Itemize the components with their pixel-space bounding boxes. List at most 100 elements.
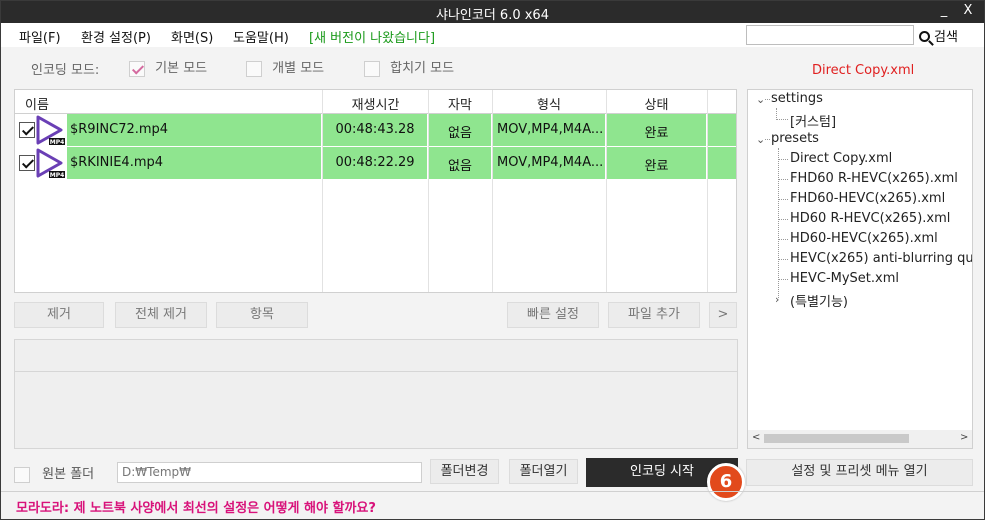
menu-bar: 파일(F) 환경 설정(P) 화면(S) 도움말(H) [새 버전이 나왔습니다… xyxy=(1,23,984,47)
source-folder-label: 원본 폴더 xyxy=(42,467,95,482)
tree-connector xyxy=(765,99,770,100)
file-list-table[interactable]: 이름 재생시간 자막 형식 상태 MP4 $R9INC72.mp4 00:48:… xyxy=(14,89,737,293)
special-expand-icon[interactable]: › xyxy=(775,293,779,306)
row-duration: 00:48:43.28 xyxy=(335,122,415,137)
mode-merge-checkbox[interactable] xyxy=(364,60,380,77)
table-row[interactable]: MP4 $RKINIE4.mp4 00:48:22.29 없음 MOV,MP4,… xyxy=(15,147,736,179)
status-message[interactable]: 모라도라: 제 노트북 사양에서 최선의 설정은 어떻게 해야 할까요? xyxy=(16,497,376,516)
quick-settings-button[interactable]: 빠른 설정 xyxy=(507,302,599,328)
encoding-mode-label: 인코딩 모드: xyxy=(31,63,100,78)
row-filename: $RKINIE4.mp4 xyxy=(70,155,164,170)
tree-connector xyxy=(776,119,788,120)
col-header-status[interactable]: 상태 xyxy=(606,94,707,113)
row-highlight xyxy=(708,147,736,179)
settings-expand-icon[interactable]: ⌄ xyxy=(756,93,765,106)
minimize-button[interactable]: _ xyxy=(932,3,956,21)
preset-item[interactable]: HEVC-MySet.xml xyxy=(790,271,899,286)
tree-horizontal-scrollbar[interactable]: < > xyxy=(748,430,972,448)
mode-individual-checkbox[interactable] xyxy=(246,60,262,77)
update-notice-link[interactable]: [새 버전이 나왔습니다] xyxy=(309,27,435,46)
tree-node-special[interactable]: (특별기능) xyxy=(790,291,848,310)
row-subtitle: 없음 xyxy=(448,159,472,174)
mp4-icon-label: MP4 xyxy=(50,172,65,179)
col-header-name[interactable]: 이름 xyxy=(25,94,49,113)
menu-help[interactable]: 도움말(H) xyxy=(233,27,289,46)
menu-settings[interactable]: 환경 설정(P) xyxy=(81,27,151,46)
preset-item[interactable]: FHD60-HEVC(x265).xml xyxy=(790,191,945,206)
scroll-left-arrow[interactable]: < xyxy=(752,432,760,443)
mode-merge-label: 합치기 모드 xyxy=(390,61,455,76)
preset-item[interactable]: HD60-HEVC(x265).xml xyxy=(790,231,938,246)
table-row[interactable]: MP4 $R9INC72.mp4 00:48:43.28 없음 MOV,MP4,… xyxy=(15,114,736,146)
tree-connector xyxy=(778,259,788,260)
preset-item[interactable]: Direct Copy.xml xyxy=(790,151,892,166)
row-checkbox[interactable] xyxy=(19,122,35,138)
tree-node-presets[interactable]: presets xyxy=(771,131,819,146)
title-bar: 샤나인코더 6.0 x64 _ X xyxy=(1,1,984,23)
search-input[interactable] xyxy=(746,25,914,45)
row-status: 완료 xyxy=(644,159,669,174)
mode-basic-checkbox[interactable] xyxy=(129,60,145,77)
mode-basic-option[interactable]: 기본 모드 xyxy=(129,57,207,77)
encoding-log-panel xyxy=(14,339,738,449)
row-filename: $R9INC72.mp4 xyxy=(70,122,169,137)
tree-connector xyxy=(778,148,779,298)
items-button[interactable]: 항목 xyxy=(216,302,308,328)
col-header-subtitle[interactable]: 자막 xyxy=(428,94,492,113)
tree-node-custom[interactable]: [커스텀] xyxy=(790,111,836,130)
settings-preset-menu-button[interactable]: 설정 및 프리셋 메뉴 열기 xyxy=(746,459,973,486)
log-content xyxy=(15,371,737,448)
search-button[interactable]: 검색 xyxy=(919,26,958,45)
col-header-format[interactable]: 형식 xyxy=(492,94,606,113)
tree-connector xyxy=(778,159,788,160)
mp4-icon-label: MP4 xyxy=(50,139,65,146)
mp4-file-icon: MP4 xyxy=(36,148,65,179)
row-format: MOV,MP4,M4A... xyxy=(497,155,603,170)
source-folder-checkbox[interactable] xyxy=(14,466,30,483)
tree-connector xyxy=(778,179,788,180)
mode-individual-label: 개별 모드 xyxy=(272,61,325,76)
row-subtitle: 없음 xyxy=(448,126,472,141)
row-highlight xyxy=(708,114,736,146)
window-title: 샤나인코더 6.0 x64 xyxy=(436,8,549,23)
tree-connector xyxy=(778,279,788,280)
row-checkbox[interactable] xyxy=(19,155,35,171)
close-button[interactable]: X xyxy=(956,3,980,21)
change-folder-button[interactable]: 폴더변경 xyxy=(430,459,499,484)
preset-item[interactable]: HD60 R-HEVC(x265).xml xyxy=(790,211,950,226)
row-status: 완료 xyxy=(644,126,669,141)
tree-connector xyxy=(778,239,788,240)
more-button[interactable]: > xyxy=(709,302,737,328)
tree-connector xyxy=(778,219,788,220)
tree-connector xyxy=(765,139,770,140)
preset-item[interactable]: FHD60 R-HEVC(x265).xml xyxy=(790,171,958,186)
presets-expand-icon[interactable]: ⌄ xyxy=(756,133,765,146)
menu-file[interactable]: 파일(F) xyxy=(19,27,61,46)
search-button-label: 검색 xyxy=(934,30,958,45)
source-folder-option[interactable]: 원본 폴더 xyxy=(14,463,94,483)
menu-view[interactable]: 화면(S) xyxy=(171,27,213,46)
scroll-thumb[interactable] xyxy=(764,434,909,443)
output-folder-path[interactable]: D:₩Temp₩ xyxy=(117,462,422,483)
col-header-duration[interactable]: 재생시간 xyxy=(323,94,428,113)
tree-node-settings[interactable]: settings xyxy=(771,91,823,106)
remove-all-button[interactable]: 전체 제거 xyxy=(115,302,207,328)
current-preset-name[interactable]: Direct Copy.xml xyxy=(812,63,914,78)
step-number-badge: 6 xyxy=(707,463,745,501)
remove-button[interactable]: 제거 xyxy=(14,302,104,328)
mode-merge-option[interactable]: 합치기 모드 xyxy=(364,57,454,77)
row-format: MOV,MP4,M4A... xyxy=(497,122,603,137)
preset-item[interactable]: HEVC(x265) anti-blurring quality.xml xyxy=(790,251,972,266)
search-icon xyxy=(919,31,930,42)
mode-basic-label: 기본 모드 xyxy=(155,61,208,76)
mode-individual-option[interactable]: 개별 모드 xyxy=(246,57,324,77)
divider xyxy=(1,491,984,492)
table-header: 이름 재생시간 자막 형식 상태 xyxy=(15,90,736,114)
tree-connector xyxy=(778,199,788,200)
preset-tree[interactable]: ⌄ settings [커스텀] ⌄ presets Direct Copy.x… xyxy=(747,89,973,449)
mp4-file-icon: MP4 xyxy=(36,115,65,146)
open-folder-button[interactable]: 폴더열기 xyxy=(509,459,578,484)
add-file-button[interactable]: 파일 추가 xyxy=(608,302,700,328)
row-duration: 00:48:22.29 xyxy=(335,155,415,170)
scroll-right-arrow[interactable]: > xyxy=(960,432,968,443)
